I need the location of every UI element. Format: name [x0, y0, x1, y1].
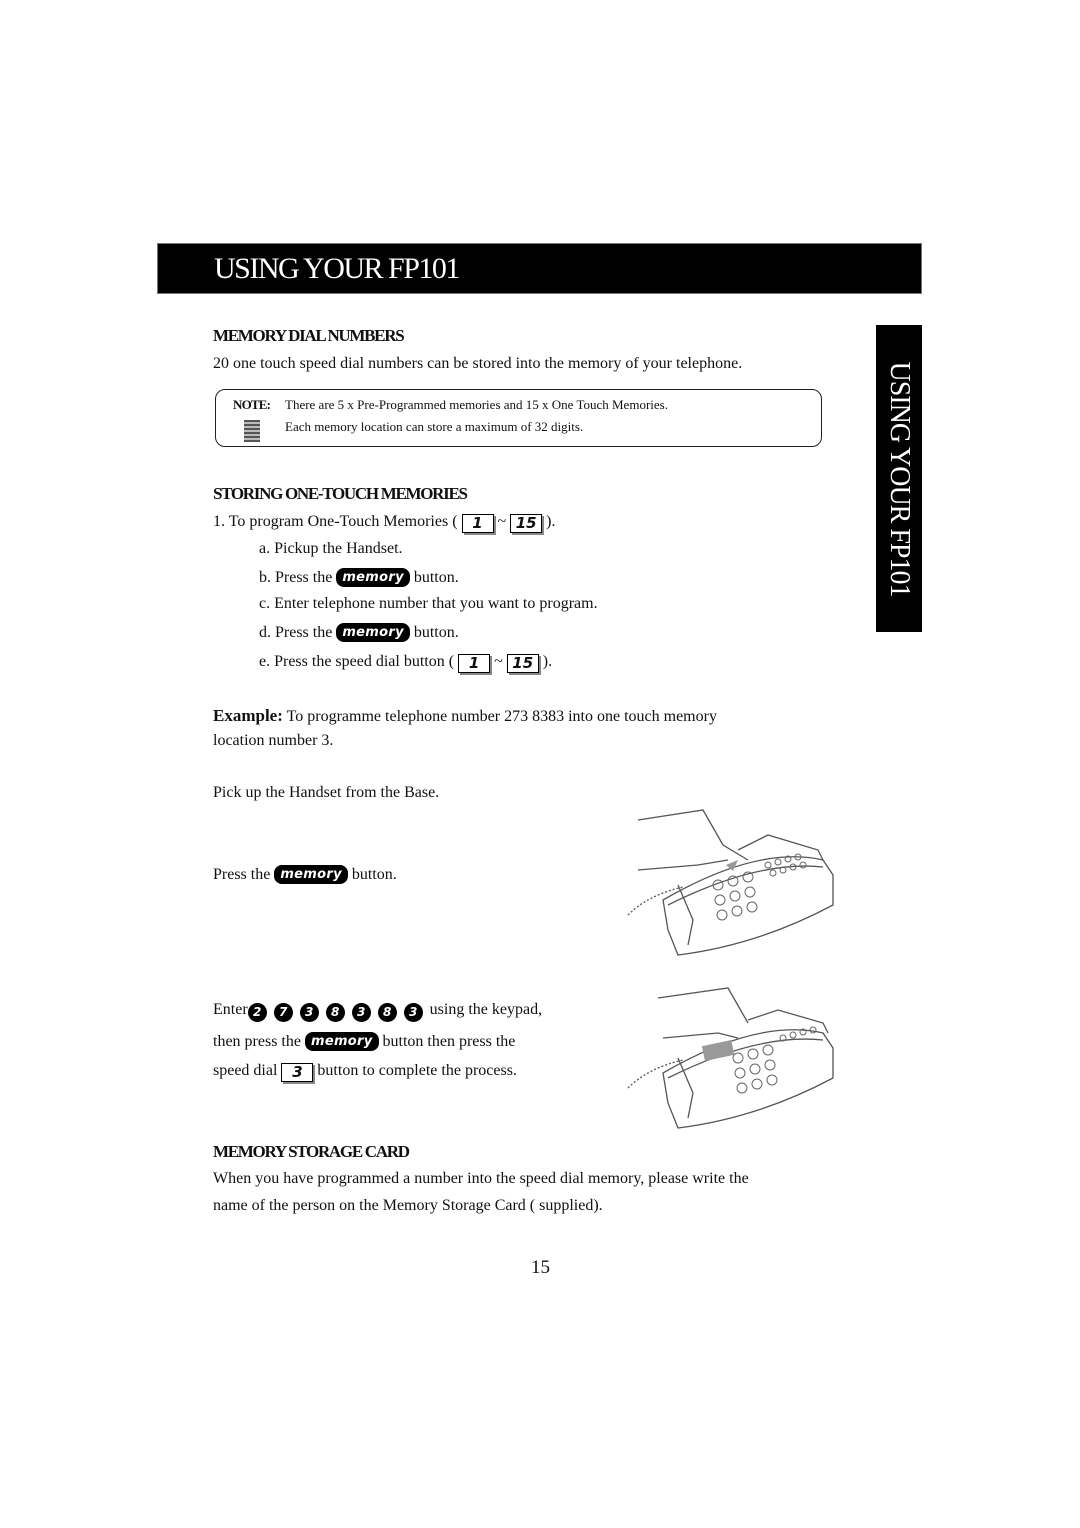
page-number: 15 — [531, 1257, 550, 1278]
side-tab: USING YOUR FP101 — [876, 325, 922, 632]
tilde: ~ — [497, 513, 507, 530]
step-1: 1. To program One-Touch Memories ( 1 ~ 1… — [213, 513, 556, 533]
page-title: USING YOUR FP101 — [214, 252, 460, 285]
section-heading-storing: STORING ONE-TOUCH MEMORIES — [213, 484, 468, 503]
speed-suffix: button to complete the process. — [317, 1062, 517, 1079]
speed-dial-key-1: 1 — [461, 514, 494, 533]
step-e-text: e. Press the speed dial button ( — [259, 653, 455, 670]
step-e: e. Press the speed dial button ( 1 ~ 15 … — [259, 653, 552, 673]
example-line-1: Example: To programme telephone number 2… — [213, 706, 717, 726]
note-box: NOTE: There are 5 x Pre-Programmed memor… — [215, 389, 822, 447]
example-text: To programme telephone number 273 8383 i… — [286, 708, 717, 725]
step-b: b. Press the memory button. — [259, 568, 459, 587]
note-line-1: There are 5 x Pre-Programmed memories an… — [285, 397, 668, 412]
example-press-memory: Press the memory button. — [213, 865, 397, 884]
speed-dial-key-1: 1 — [458, 654, 491, 673]
example-speed-dial: speed dial 3 button to complete the proc… — [213, 1062, 517, 1082]
speed-dial-key-15: 15 — [506, 654, 539, 673]
digit-keys: 2738383 — [247, 1001, 430, 1022]
press-suffix: button. — [351, 866, 397, 883]
example-then-press: then press the memory button then press … — [213, 1032, 515, 1051]
speed-dial-key-3: 3 — [281, 1063, 314, 1082]
step-b-suffix: button. — [413, 569, 459, 586]
step-a: a. Pickup the Handset. — [259, 540, 403, 557]
enter-text: Enter — [213, 1001, 248, 1018]
storage-card-line-2: name of the person on the Memory Storage… — [213, 1197, 603, 1214]
memory-dial-intro: 20 one touch speed dial numbers can be s… — [213, 355, 743, 372]
step-d-suffix: button. — [413, 624, 459, 641]
digit-key-icon: 3 — [299, 1003, 319, 1022]
step-e-suffix: ). — [542, 653, 553, 670]
memory-key-icon: memory — [336, 568, 410, 587]
storage-card-line-1: When you have programmed a number into t… — [213, 1170, 749, 1187]
step-1-suffix: ). — [546, 513, 556, 530]
step-b-text: b. Press the — [259, 569, 333, 586]
section-heading-memory-dial: MEMORY DIAL NUMBERS — [213, 326, 405, 345]
digit-key-icon: 8 — [325, 1003, 345, 1022]
example-line-2: location number 3. — [213, 732, 334, 749]
phone-illustration-2 — [627, 987, 834, 1129]
memory-key-icon: memory — [336, 623, 410, 642]
step-d: d. Press the memory button. — [259, 623, 459, 642]
digit-key-icon: 8 — [377, 1003, 397, 1022]
digit-key-icon: 2 — [247, 1003, 267, 1022]
press-text: Press the — [213, 866, 271, 883]
note-line-2: Each memory location can store a maximum… — [285, 419, 584, 434]
step-c: c. Enter telephone number that you want … — [259, 595, 598, 612]
example-label: Example: — [213, 706, 283, 725]
then-text: then press the — [213, 1033, 301, 1050]
enter-suffix: using the keypad, — [429, 1001, 543, 1018]
digit-key-icon: 3 — [351, 1003, 371, 1022]
speed-dial-key-15: 15 — [510, 514, 543, 533]
step-d-text: d. Press the — [259, 624, 333, 641]
speed-text: speed dial — [213, 1062, 278, 1079]
digit-key-icon: 7 — [273, 1003, 293, 1022]
phone-illustration-1 — [627, 809, 834, 956]
header-banner: USING YOUR FP101 — [157, 243, 922, 294]
memory-key-icon: memory — [274, 865, 348, 884]
example-pickup: Pick up the Handset from the Base. — [213, 784, 440, 801]
step-1-text: 1. To program One-Touch Memories ( — [213, 513, 458, 530]
digit-key-icon: 3 — [403, 1003, 423, 1022]
section-heading-storage-card: MEMORY STORAGE CARD — [213, 1142, 410, 1161]
document-icon — [244, 420, 260, 442]
then-suffix: button then press the — [382, 1033, 516, 1050]
note-label: NOTE: — [233, 397, 271, 412]
example-enter-digits: Enter 2 7 3 8 3 8 3 using the keypad, — [213, 1001, 542, 1022]
tilde: ~ — [494, 653, 503, 670]
side-tab-label: USING YOUR FP101 — [884, 360, 915, 597]
memory-key-icon: memory — [304, 1032, 379, 1051]
